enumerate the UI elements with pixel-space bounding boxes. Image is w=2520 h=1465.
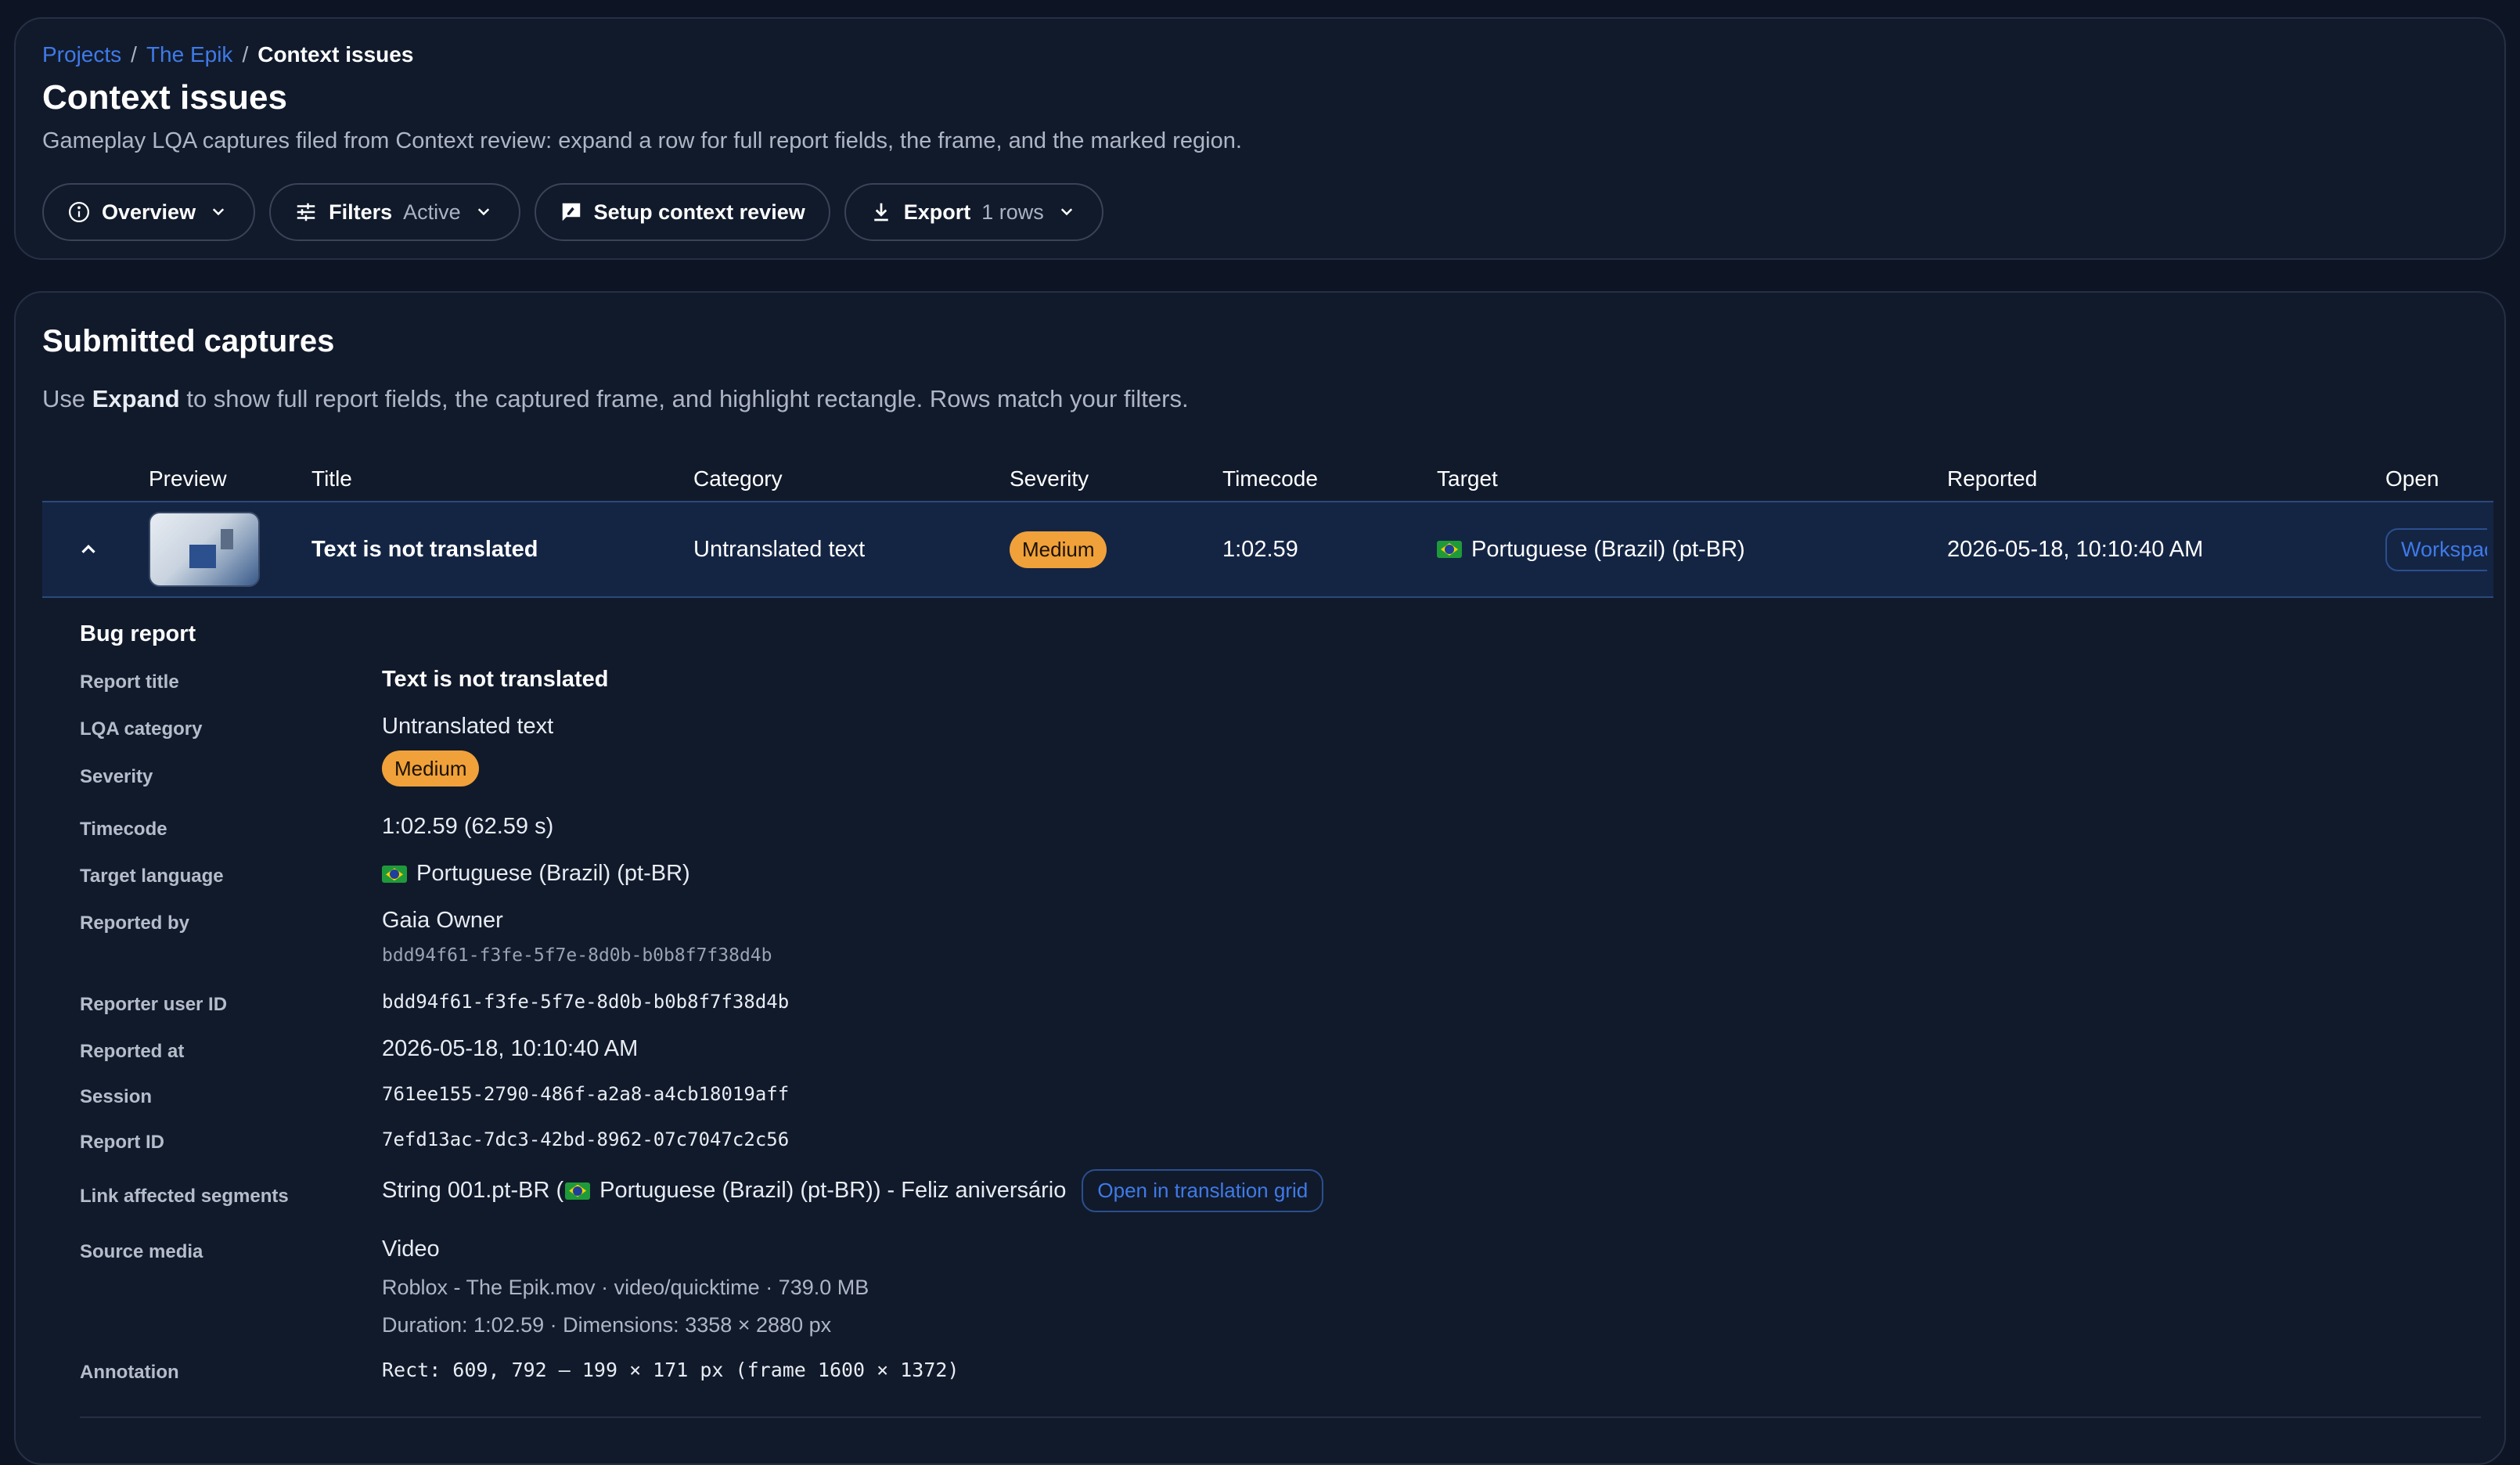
filters-state: Active [403, 200, 461, 224]
row-title: Text is not translated [311, 536, 538, 562]
value-source-file: Roblox - The Epik.mov · video/quicktime … [382, 1276, 869, 1299]
breadcrumb-current: Context issues [257, 42, 414, 67]
header-card: Projects / The Epik / Context issues Con… [14, 17, 2506, 260]
value-report-title: Text is not translated [382, 667, 609, 692]
value-link-affected-segments: String 001.pt-BR ( Portuguese (Brazil) (… [382, 1169, 1324, 1212]
filters-label: Filters [329, 200, 393, 224]
table-row[interactable]: Text is not translated Untranslated text… [42, 501, 2493, 598]
value-target-language-text: Portuguese (Brazil) (pt-BR) [416, 861, 690, 886]
label-reporter-user-id: Reporter user ID [80, 994, 228, 1015]
segment-language: Portuguese (Brazil) (pt-BR)) - Feliz ani… [599, 1178, 1067, 1203]
thumbnail-figure [221, 529, 233, 549]
header-reported: Reported [1947, 466, 2038, 491]
setup-context-review-button[interactable]: Setup context review [534, 183, 830, 241]
header-category: Category [693, 466, 783, 491]
label-session: Session [80, 1086, 153, 1107]
label-severity: Severity [80, 766, 153, 787]
value-annotation: Rect: 609, 792 — 199 × 171 px (frame 160… [382, 1359, 959, 1381]
export-label: Export [903, 200, 971, 224]
chevron-down-icon [1055, 200, 1078, 224]
section-desc-bold: Expand [92, 385, 180, 412]
header-preview: Preview [149, 466, 227, 491]
row-severity: Medium [1010, 502, 1107, 596]
header-title: Title [311, 466, 352, 491]
breadcrumb: Projects / The Epik / Context issues [42, 42, 413, 67]
row-target: Portuguese (Brazil) (pt-BR) [1437, 502, 1745, 596]
page-description: Gameplay LQA captures filed from Context… [42, 128, 1242, 153]
severity-badge: Medium [382, 750, 480, 786]
chevron-up-icon[interactable] [77, 538, 100, 561]
breadcrumb-project-link[interactable]: The Epik [146, 42, 233, 67]
header-severity: Severity [1010, 466, 1089, 491]
value-source-type: Video [382, 1236, 440, 1262]
export-button[interactable]: Export 1 rows [844, 183, 1103, 241]
value-lqa-category: Untranslated text [382, 714, 554, 739]
overview-label: Overview [102, 200, 196, 224]
value-reported-by: Gaia Owner [382, 908, 503, 933]
label-lqa-category: LQA category [80, 718, 203, 740]
captures-card: Submitted captures Use Expand to show fu… [14, 291, 2506, 1465]
capture-thumbnail[interactable] [149, 512, 260, 587]
label-timecode: Timecode [80, 819, 167, 840]
page-title: Context issues [42, 78, 287, 117]
preview-cell[interactable] [149, 502, 260, 596]
row-category: Untranslated text [693, 536, 866, 562]
value-reported-at: 2026-05-18, 10:10:40 AM [382, 1036, 639, 1061]
severity-badge: Medium [1010, 531, 1107, 568]
breadcrumb-projects-link[interactable]: Projects [42, 42, 121, 67]
header-timecode: Timecode [1222, 466, 1318, 491]
sliders-icon [294, 200, 318, 224]
label-source-media: Source media [80, 1241, 203, 1262]
download-icon [869, 200, 893, 224]
filters-button[interactable]: Filters Active [269, 183, 520, 241]
row-reported: 2026-05-18, 10:10:40 AM [1947, 536, 2204, 562]
value-source-meta: Duration: 1:02.59 · Dimensions: 3358 × 2… [382, 1313, 832, 1337]
header-open: Open [2385, 466, 2439, 491]
chevron-down-icon [207, 200, 230, 224]
label-report-id: Report ID [80, 1132, 164, 1153]
info-icon [67, 200, 91, 224]
row-timecode: 1:02.59 [1222, 536, 1298, 562]
value-reporter-user-id: bdd94f61-f3fe-5f7e-8d0b-b0b8f7f38d4b [382, 991, 790, 1013]
bug-report-panel: Bug report Report title Text is not tran… [80, 621, 2481, 1383]
divider [80, 1416, 2481, 1418]
brazil-flag-icon [565, 1182, 591, 1200]
collapse-toggle[interactable] [77, 502, 100, 596]
value-report-id: 7efd13ac-7dc3-42bd-8962-07c7047c2c56 [382, 1128, 790, 1150]
value-session: 761ee155-2790-486f-a2a8-a4cb18019aff [382, 1083, 790, 1105]
value-target-language: Portuguese (Brazil) (pt-BR) [382, 861, 690, 887]
brazil-flag-icon [1437, 541, 1462, 558]
value-timecode: 1:02.59 (62.59 s) [382, 814, 554, 839]
setup-label: Setup context review [593, 200, 805, 224]
label-reported-at: Reported at [80, 1041, 185, 1062]
row-open: Workspace [2385, 502, 2487, 596]
label-target-language: Target language [80, 866, 224, 887]
label-annotation: Annotation [80, 1362, 179, 1383]
feedback-icon [560, 200, 583, 224]
breadcrumb-separator: / [242, 42, 249, 67]
open-workspace-button[interactable]: Workspace [2385, 527, 2487, 571]
chevron-down-icon [472, 200, 495, 224]
export-count: 1 rows [981, 200, 1044, 224]
overview-button[interactable]: Overview [42, 183, 256, 241]
section-desc-post: to show full report fields, the captured… [179, 385, 1189, 412]
brazil-flag-icon [382, 866, 407, 884]
thumbnail-figure [189, 545, 216, 568]
section-description: Use Expand to show full report fields, t… [42, 385, 1189, 413]
segment-prefix: String 001.pt-BR ( [382, 1178, 564, 1203]
toolbar: Overview Filters Active Setup context re… [42, 183, 1103, 241]
breadcrumb-separator: / [131, 42, 137, 67]
section-desc-pre: Use [42, 385, 92, 412]
label-reported-by: Reported by [80, 912, 190, 934]
table-header: Preview Title Category Severity Timecode… [42, 455, 2504, 502]
label-report-title: Report title [80, 671, 179, 693]
open-in-translation-grid-button[interactable]: Open in translation grid [1082, 1169, 1324, 1212]
row-target-label: Portuguese (Brazil) (pt-BR) [1471, 536, 1745, 562]
value-severity: Medium [382, 750, 480, 786]
bug-report-heading: Bug report [80, 621, 196, 646]
value-reported-by-id: bdd94f61-f3fe-5f7e-8d0b-b0b8f7f38d4b [382, 945, 772, 966]
section-title: Submitted captures [42, 324, 335, 358]
header-target: Target [1437, 466, 1498, 491]
label-link-affected-segments: Link affected segments [80, 1186, 289, 1207]
